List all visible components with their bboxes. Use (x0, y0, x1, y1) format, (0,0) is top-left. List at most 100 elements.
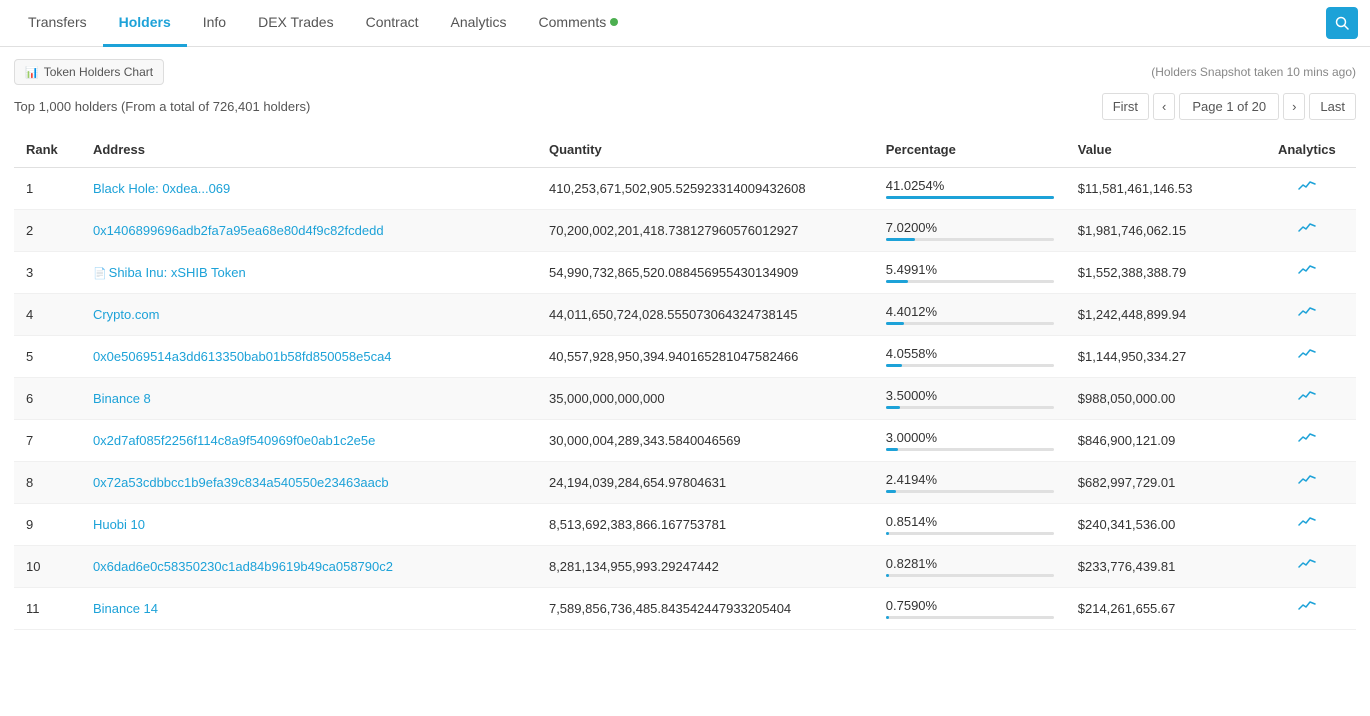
percentage-bar-fill (886, 532, 889, 535)
address-link[interactable]: 0x1406899696adb2fa7a95ea68e80d4f9c82fcde… (93, 223, 384, 238)
table-row: 4Crypto.com44,011,650,724,028.5550730643… (14, 294, 1356, 336)
snapshot-info: (Holders Snapshot taken 10 mins ago) (1151, 65, 1356, 79)
value-cell: $846,900,121.09 (1066, 420, 1258, 462)
address-link[interactable]: 0x2d7af085f2256f114c8a9f540969f0e0ab1c2e… (93, 433, 375, 448)
address-link[interactable]: Huobi 10 (93, 517, 145, 532)
analytics-cell (1258, 378, 1356, 420)
table-row: 80x72a53cdbbcc1b9efa39c834a540550e23463a… (14, 462, 1356, 504)
percentage-bar-bg (886, 406, 1054, 409)
address-cell: 0x0e5069514a3dd613350bab01b58fd850058e5c… (81, 336, 537, 378)
last-page-button[interactable]: Last (1309, 93, 1356, 120)
tab-dex-trades[interactable]: DEX Trades (242, 0, 349, 47)
chart-btn-label: Token Holders Chart (44, 65, 153, 79)
analytics-cell (1258, 210, 1356, 252)
analytics-chart-icon[interactable] (1298, 264, 1316, 281)
address-link[interactable]: Crypto.com (93, 307, 159, 322)
address-cell: 0x6dad6e0c58350230c1ad84b9619b49ca058790… (81, 546, 537, 588)
chart-icon: 📊 (25, 66, 39, 79)
address-cell: 0x2d7af085f2256f114c8a9f540969f0e0ab1c2e… (81, 420, 537, 462)
tab-holders[interactable]: Holders (103, 0, 187, 47)
col-header-address: Address (81, 132, 537, 168)
analytics-chart-icon[interactable] (1298, 432, 1316, 449)
quantity-cell: 30,000,004,289,343.5840046569 (537, 420, 874, 462)
next-page-button[interactable]: › (1283, 93, 1305, 120)
address-link[interactable]: Binance 8 (93, 391, 151, 406)
rank-cell: 11 (14, 588, 81, 630)
percentage-bar-bg (886, 280, 1054, 283)
main-content: 📊 Token Holders Chart (Holders Snapshot … (0, 47, 1370, 642)
tab-analytics[interactable]: Analytics (435, 0, 523, 47)
analytics-chart-icon[interactable] (1298, 348, 1316, 365)
percentage-cell: 3.0000% (874, 420, 1066, 462)
col-header-quantity: Quantity (537, 132, 874, 168)
percentage-bar-bg (886, 322, 1054, 325)
address-link[interactable]: 📄Shiba Inu: xSHIB Token (93, 265, 246, 280)
percentage-bar-fill (886, 490, 896, 493)
analytics-cell (1258, 588, 1356, 630)
percentage-cell: 4.0558% (874, 336, 1066, 378)
first-page-button[interactable]: First (1102, 93, 1149, 120)
value-cell: $682,997,729.01 (1066, 462, 1258, 504)
percentage-cell: 2.4194% (874, 462, 1066, 504)
address-link[interactable]: 0x6dad6e0c58350230c1ad84b9619b49ca058790… (93, 559, 393, 574)
table-row: 20x1406899696adb2fa7a95ea68e80d4f9c82fcd… (14, 210, 1356, 252)
tab-contract[interactable]: Contract (350, 0, 435, 47)
percentage-bar-fill (886, 616, 889, 619)
col-header-percentage: Percentage (874, 132, 1066, 168)
token-holders-chart-button[interactable]: 📊 Token Holders Chart (14, 59, 164, 85)
analytics-cell (1258, 252, 1356, 294)
tab-transfers[interactable]: Transfers (12, 0, 103, 47)
analytics-cell (1258, 294, 1356, 336)
address-link[interactable]: 0x0e5069514a3dd613350bab01b58fd850058e5c… (93, 349, 392, 364)
analytics-chart-icon[interactable] (1298, 558, 1316, 575)
rank-cell: 1 (14, 168, 81, 210)
percentage-bar-fill (886, 280, 909, 283)
value-cell: $1,552,388,388.79 (1066, 252, 1258, 294)
percentage-cell: 5.4991% (874, 252, 1066, 294)
address-cell: Huobi 10 (81, 504, 537, 546)
address-cell: Binance 14 (81, 588, 537, 630)
address-link[interactable]: Binance 14 (93, 601, 158, 616)
value-cell: $233,776,439.81 (1066, 546, 1258, 588)
prev-page-button[interactable]: ‹ (1153, 93, 1175, 120)
rank-cell: 3 (14, 252, 81, 294)
percentage-bar-bg (886, 616, 1054, 619)
percentage-bar-bg (886, 490, 1054, 493)
table-row: 11 Binance 14 7,589,856,736,485.8435424479… (14, 588, 1356, 630)
value-cell: $988,050,000.00 (1066, 378, 1258, 420)
value-cell: $1,981,746,062.15 (1066, 210, 1258, 252)
search-button[interactable] (1326, 7, 1358, 39)
page-info: Page 1 of 20 (1179, 93, 1279, 120)
table-row: 6Binance 835,000,000,000,0003.5000%$988,… (14, 378, 1356, 420)
analytics-chart-icon[interactable] (1298, 600, 1316, 617)
analytics-chart-icon[interactable] (1298, 474, 1316, 491)
analytics-cell (1258, 462, 1356, 504)
quantity-cell: 7,589,856,736,485.843542447933205404 (537, 588, 874, 630)
analytics-chart-icon[interactable] (1298, 390, 1316, 407)
rank-cell: 6 (14, 378, 81, 420)
address-cell: 0x1406899696adb2fa7a95ea68e80d4f9c82fcde… (81, 210, 537, 252)
quantity-cell: 410,253,671,502,905.525923314009432608 (537, 168, 874, 210)
table-row: 100x6dad6e0c58350230c1ad84b9619b49ca0587… (14, 546, 1356, 588)
address-link[interactable]: 0x72a53cdbbcc1b9efa39c834a540550e23463aa… (93, 475, 389, 490)
analytics-chart-icon[interactable] (1298, 180, 1316, 197)
analytics-chart-icon[interactable] (1298, 222, 1316, 239)
address-cell: Black Hole: 0xdea...069 (81, 168, 537, 210)
tab-info[interactable]: Info (187, 0, 242, 47)
tab-comments[interactable]: Comments (523, 0, 635, 47)
analytics-cell (1258, 420, 1356, 462)
percentage-cell: 41.0254% (874, 168, 1066, 210)
quantity-cell: 44,011,650,724,028.555073064324738145 (537, 294, 874, 336)
analytics-cell (1258, 336, 1356, 378)
analytics-chart-icon[interactable] (1298, 516, 1316, 533)
address-cell: Crypto.com (81, 294, 537, 336)
percentage-bar-bg (886, 532, 1054, 535)
analytics-chart-icon[interactable] (1298, 306, 1316, 323)
percentage-value: 3.5000% (886, 388, 1054, 403)
percentage-bar-fill (886, 322, 904, 325)
percentage-bar-bg (886, 448, 1054, 451)
rank-cell: 5 (14, 336, 81, 378)
address-link[interactable]: Black Hole: 0xdea...069 (93, 181, 230, 196)
analytics-cell (1258, 168, 1356, 210)
percentage-bar-fill (886, 448, 898, 451)
